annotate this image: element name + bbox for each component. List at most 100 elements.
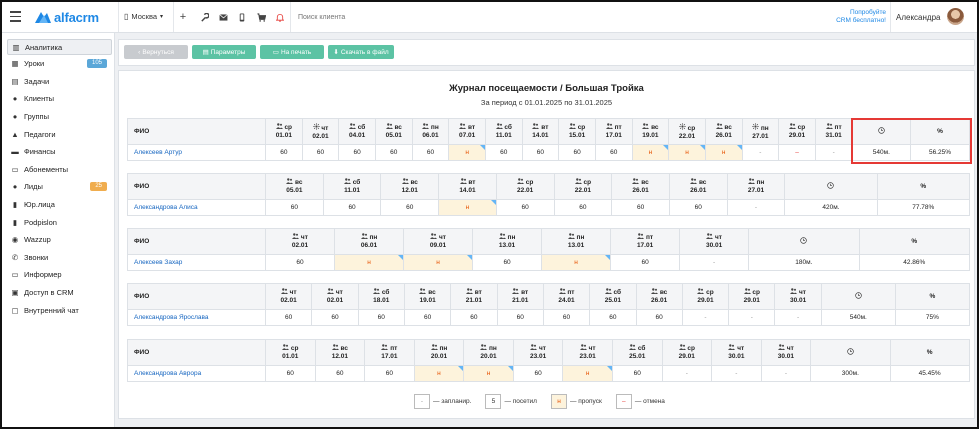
lesson-date-header[interactable]: пт 17.01 xyxy=(364,339,415,366)
sidebar-item[interactable]: ● Лиды 25 xyxy=(7,180,110,194)
lesson-date-header[interactable]: сб 25.01 xyxy=(589,283,637,310)
sidebar-item[interactable]: ● Клиенты xyxy=(7,92,110,106)
attendance-cell[interactable]: 60 xyxy=(635,309,683,326)
attendance-cell[interactable]: н xyxy=(704,144,743,161)
attendance-cell[interactable]: - xyxy=(774,309,822,326)
lesson-date-header[interactable]: чт 02.01 xyxy=(264,228,336,255)
attendance-cell[interactable]: - xyxy=(760,365,812,382)
attendance-cell[interactable]: 60 xyxy=(484,144,523,161)
attendance-cell[interactable]: 60 xyxy=(521,144,560,161)
attendance-cell[interactable]: н xyxy=(668,144,706,161)
wrench-icon[interactable] xyxy=(198,11,210,23)
attendance-cell[interactable]: н xyxy=(403,254,474,271)
lesson-date-header[interactable]: пн 06.01 xyxy=(411,118,450,145)
attendance-cell[interactable]: - xyxy=(681,309,730,326)
sidebar-item[interactable]: ● Группы xyxy=(7,109,110,123)
params-button[interactable]: ▤ Параметры xyxy=(192,45,256,59)
lesson-date-header[interactable]: чт 02.01 xyxy=(264,283,313,310)
lesson-date-header[interactable]: ср 22.01 xyxy=(495,173,555,200)
print-button[interactable]: ▭ На печать xyxy=(260,45,324,59)
lesson-date-header[interactable]: чт 30.01 xyxy=(711,339,762,366)
sidebar-item[interactable]: ▬ Финансы xyxy=(7,145,110,159)
sidebar-item[interactable]: ◉ Wazzup xyxy=(7,233,110,247)
attendance-cell[interactable]: 60 xyxy=(265,144,303,161)
attendance-cell[interactable]: 60 xyxy=(611,199,670,216)
attendance-cell[interactable]: 60 xyxy=(338,144,376,161)
cart-icon[interactable] xyxy=(255,11,267,23)
attendance-cell[interactable]: 60 xyxy=(264,309,313,326)
lesson-date-header[interactable]: пт 17.01 xyxy=(610,228,681,255)
lesson-date-header[interactable]: пн 13.01 xyxy=(472,228,543,255)
sidebar-item[interactable]: ▮ Podpislon xyxy=(7,215,110,229)
attendance-cell[interactable]: 60 xyxy=(611,365,663,382)
lesson-date-header[interactable]: вс 19.01 xyxy=(631,118,670,145)
attendance-cell[interactable]: н xyxy=(413,365,465,382)
attendance-cell[interactable]: 60 xyxy=(374,144,413,161)
sidebar-item[interactable]: ▥ Аналитика xyxy=(7,39,112,55)
student-name-link[interactable]: Александрова Алиса xyxy=(127,199,266,216)
sidebar-item[interactable]: ▤ Задачи xyxy=(7,74,110,88)
lesson-date-header[interactable]: пт 17.01 xyxy=(594,118,633,145)
lesson-date-header[interactable]: вс 05.01 xyxy=(265,173,324,200)
attendance-cell[interactable]: 60 xyxy=(364,365,415,382)
lesson-date-header[interactable]: сб 11.01 xyxy=(322,173,382,200)
lesson-date-header[interactable]: пн 27.01 xyxy=(741,118,780,145)
lesson-date-header[interactable]: ср 22.01 xyxy=(668,118,706,145)
attendance-cell[interactable]: 60 xyxy=(558,144,596,161)
attendance-cell[interactable]: 60 xyxy=(265,365,316,382)
sidebar-item[interactable]: ▦ Уроки 105 xyxy=(7,57,110,71)
menu-icon[interactable] xyxy=(10,11,21,22)
bell-icon[interactable] xyxy=(274,11,286,23)
attendance-cell[interactable]: 60 xyxy=(403,309,452,326)
attendance-cell[interactable]: 60 xyxy=(472,254,543,271)
lesson-date-header[interactable]: пн 20.01 xyxy=(463,339,514,366)
attendance-cell[interactable]: 60 xyxy=(311,309,359,326)
lesson-date-header[interactable]: чт 30.01 xyxy=(760,339,812,366)
attendance-cell[interactable]: н xyxy=(631,144,670,161)
lesson-date-header[interactable]: чт 30.01 xyxy=(679,228,750,255)
search-input[interactable] xyxy=(298,11,498,23)
attendance-cell[interactable]: н xyxy=(448,144,486,161)
lesson-date-header[interactable]: вт 21.01 xyxy=(450,283,498,310)
lesson-date-header[interactable]: вт 14.01 xyxy=(438,173,497,200)
lesson-date-header[interactable]: ср 01.01 xyxy=(265,118,303,145)
attendance-cell[interactable]: - xyxy=(711,365,762,382)
student-name-link[interactable]: Александрова Ярослава xyxy=(127,309,266,326)
sidebar-item[interactable]: ▢ Внутренний чат xyxy=(7,303,110,317)
lesson-date-header[interactable]: ср 01.01 xyxy=(265,339,316,366)
user-name[interactable]: Александра xyxy=(896,13,940,22)
attendance-cell[interactable]: 60 xyxy=(301,144,340,161)
attendance-cell[interactable]: - xyxy=(741,144,780,161)
lesson-date-header[interactable]: вс 26.01 xyxy=(704,118,743,145)
student-name-link[interactable]: Алексеев Артур xyxy=(127,144,266,161)
lesson-date-header[interactable]: вс 19.01 xyxy=(403,283,452,310)
attendance-cell[interactable]: 60 xyxy=(411,144,450,161)
lesson-date-header[interactable]: чт 09.01 xyxy=(403,228,474,255)
attendance-cell[interactable]: 60 xyxy=(512,365,564,382)
attendance-cell[interactable]: 60 xyxy=(357,309,405,326)
lesson-date-header[interactable]: сб 11.01 xyxy=(484,118,523,145)
attendance-cell[interactable]: н xyxy=(438,199,497,216)
lesson-date-header[interactable]: вс 26.01 xyxy=(611,173,670,200)
attendance-cell[interactable]: 60 xyxy=(322,199,382,216)
attendance-cell[interactable]: - xyxy=(679,254,750,271)
download-button[interactable]: ⬇ Скачать в файл xyxy=(328,45,394,59)
plus-icon[interactable]: + xyxy=(177,11,189,23)
attendance-cell[interactable]: 60 xyxy=(450,309,498,326)
sidebar-item[interactable]: ▭ Информер xyxy=(7,268,110,282)
lesson-date-header[interactable]: ср 22.01 xyxy=(553,173,613,200)
lesson-date-header[interactable]: чт 02.01 xyxy=(311,283,359,310)
lesson-date-header[interactable]: чт 30.01 xyxy=(774,283,822,310)
student-name-link[interactable]: Александрова Аврора xyxy=(127,365,266,382)
attendance-cell[interactable]: 60 xyxy=(594,144,633,161)
lesson-date-header[interactable]: ср 29.01 xyxy=(778,118,816,145)
lesson-date-header[interactable]: вс 26.01 xyxy=(635,283,683,310)
lesson-date-header[interactable]: вт 21.01 xyxy=(496,283,544,310)
lesson-date-header[interactable]: вс 12.01 xyxy=(314,339,366,366)
attendance-cell[interactable]: н xyxy=(541,254,612,271)
lesson-date-header[interactable]: пн 20.01 xyxy=(413,339,465,366)
lesson-date-header[interactable]: вс 26.01 xyxy=(668,173,728,200)
lesson-date-header[interactable]: вт 07.01 xyxy=(448,118,486,145)
lesson-date-header[interactable]: пт 24.01 xyxy=(542,283,591,310)
lesson-date-header[interactable]: чт 02.01 xyxy=(301,118,340,145)
